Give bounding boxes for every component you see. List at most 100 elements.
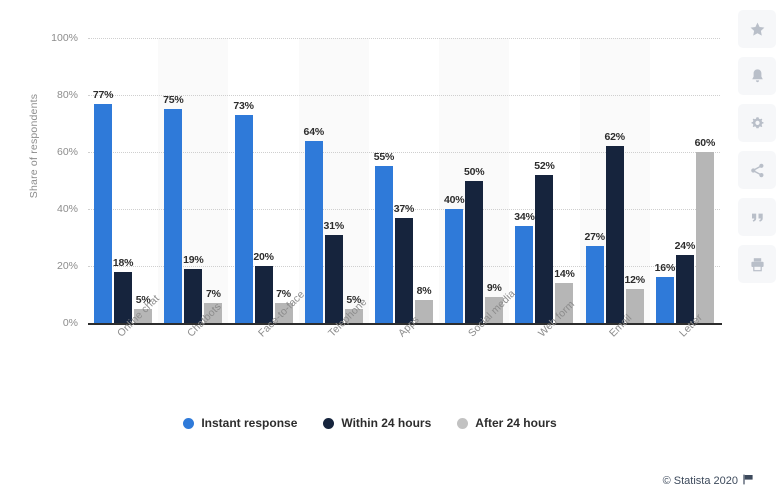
bar-value-label: 12% [624, 273, 645, 286]
bar-group: 40% 50% 9% [439, 38, 509, 323]
bar-value-label: 16% [654, 262, 676, 275]
print-icon [749, 256, 766, 273]
bell-button[interactable] [738, 57, 776, 95]
bar-item[interactable]: 34% [514, 38, 535, 323]
bar[interactable] [465, 180, 484, 323]
bar-group: 75% 19% 7% [158, 38, 228, 323]
bar-item[interactable]: 75% [163, 38, 184, 323]
star-icon [749, 21, 766, 38]
plot-area: 77% 18% 5% 75% 19% 7% 73% 20% 7% 64% 31% 5% 55% 37% 8%… [88, 38, 720, 323]
bar-item[interactable]: 16% [654, 38, 676, 323]
bar-item[interactable]: 64% [304, 38, 324, 323]
quote-button[interactable] [738, 198, 776, 236]
bar-item[interactable]: 24% [674, 38, 696, 323]
bar-value-label: 50% [464, 165, 485, 178]
bar[interactable] [445, 209, 464, 323]
bar-item[interactable]: 37% [393, 38, 415, 323]
bar[interactable] [94, 103, 113, 323]
y-tick-label: 0% [62, 317, 78, 329]
bar-item[interactable]: 18% [112, 38, 134, 323]
bar-value-label: 31% [323, 219, 345, 232]
footer: © Statista 2020 [663, 474, 754, 488]
bar-item[interactable]: 40% [444, 38, 465, 323]
gear-button[interactable] [738, 104, 776, 142]
bar-item[interactable]: 7% [204, 38, 223, 323]
bar-item[interactable]: 77% [92, 38, 114, 323]
bar[interactable] [655, 277, 674, 323]
bar[interactable] [585, 246, 604, 323]
bar[interactable] [394, 217, 413, 323]
bar[interactable] [695, 152, 714, 323]
bar[interactable] [675, 254, 694, 323]
bar-value-label: 18% [112, 256, 134, 269]
bar[interactable] [304, 140, 323, 323]
bar-item[interactable]: 27% [584, 38, 605, 323]
bar-value-label: 62% [604, 131, 625, 144]
bar-item[interactable]: 20% [253, 38, 274, 323]
legend-color-swatch [457, 417, 469, 429]
bar-item[interactable]: 19% [183, 38, 204, 323]
legend-item[interactable]: Within 24 hours [323, 416, 431, 430]
bar-value-label: 9% [486, 282, 502, 295]
bar-value-label: 27% [584, 231, 605, 244]
bar-value-label: 19% [183, 253, 204, 266]
legend-item[interactable]: Instant response [183, 416, 297, 430]
bar-value-label: 75% [163, 94, 184, 107]
bar-item[interactable]: 62% [604, 38, 625, 323]
bar-value-label: 55% [373, 151, 395, 164]
bar-item[interactable]: 7% [274, 38, 293, 323]
bar-item[interactable]: 8% [414, 38, 433, 323]
share-button[interactable] [738, 151, 776, 189]
bar-item[interactable]: 9% [485, 38, 504, 323]
bar[interactable] [535, 174, 554, 323]
bar-item[interactable]: 31% [323, 38, 345, 323]
bar-value-label: 14% [554, 268, 575, 281]
legend-color-swatch [183, 417, 195, 429]
bar-item[interactable]: 73% [233, 38, 254, 323]
star-button[interactable] [738, 10, 776, 48]
bar[interactable] [515, 226, 534, 323]
bar[interactable] [324, 234, 343, 323]
share-icon [749, 162, 766, 179]
bar-item[interactable]: 5% [134, 38, 153, 323]
y-tick-label: 80% [56, 89, 78, 101]
bar-chart: Share of respondents 0% 20% 40% 60% 80% 100% … [0, 0, 784, 500]
bar[interactable] [234, 114, 253, 323]
legend-item[interactable]: After 24 hours [457, 416, 557, 430]
print-button[interactable] [738, 245, 776, 283]
bar-item[interactable]: 5% [344, 38, 363, 323]
y-tick-label: 60% [56, 146, 78, 158]
copyright-text: © Statista 2020 [662, 475, 738, 487]
bar-item[interactable]: 50% [464, 38, 485, 323]
bar-item[interactable]: 60% [694, 38, 716, 323]
gear-icon [749, 115, 766, 132]
bar-value-label: 77% [92, 88, 114, 101]
bar-value-label: 37% [393, 202, 415, 215]
bar[interactable] [374, 166, 393, 323]
bar-value-label: 60% [694, 137, 716, 149]
bar-item[interactable]: 55% [373, 38, 395, 323]
bar-value-label: 24% [674, 239, 696, 252]
bar-value-label: 34% [514, 211, 535, 224]
bar-item[interactable]: 12% [624, 38, 645, 323]
bar[interactable] [605, 146, 624, 323]
bar[interactable] [164, 109, 183, 323]
legend-label: Within 24 hours [341, 416, 432, 430]
flag-icon [743, 474, 754, 488]
bar-group: 55% 37% 8% [369, 38, 439, 323]
bar-group: 64% 31% 5% [299, 38, 369, 323]
bar-group: 16% 24% 60% [650, 38, 720, 323]
bar-item[interactable]: 14% [554, 38, 575, 323]
legend-label: Instant response [201, 416, 298, 430]
chart-legend: Instant response Within 24 hours After 24 … [0, 416, 740, 430]
bar-value-label: 7% [205, 288, 221, 301]
bar-value-label: 73% [233, 99, 254, 112]
bar-value-label: 8% [416, 285, 432, 298]
y-tick-label: 100% [51, 32, 78, 44]
y-tick-label: 40% [56, 203, 78, 215]
bar[interactable] [254, 266, 273, 323]
bar-value-label: 52% [534, 159, 555, 172]
bar-item[interactable]: 52% [534, 38, 555, 323]
bar-value-label: 20% [253, 251, 274, 263]
bar-group: 27% 62% 12% [580, 38, 650, 323]
